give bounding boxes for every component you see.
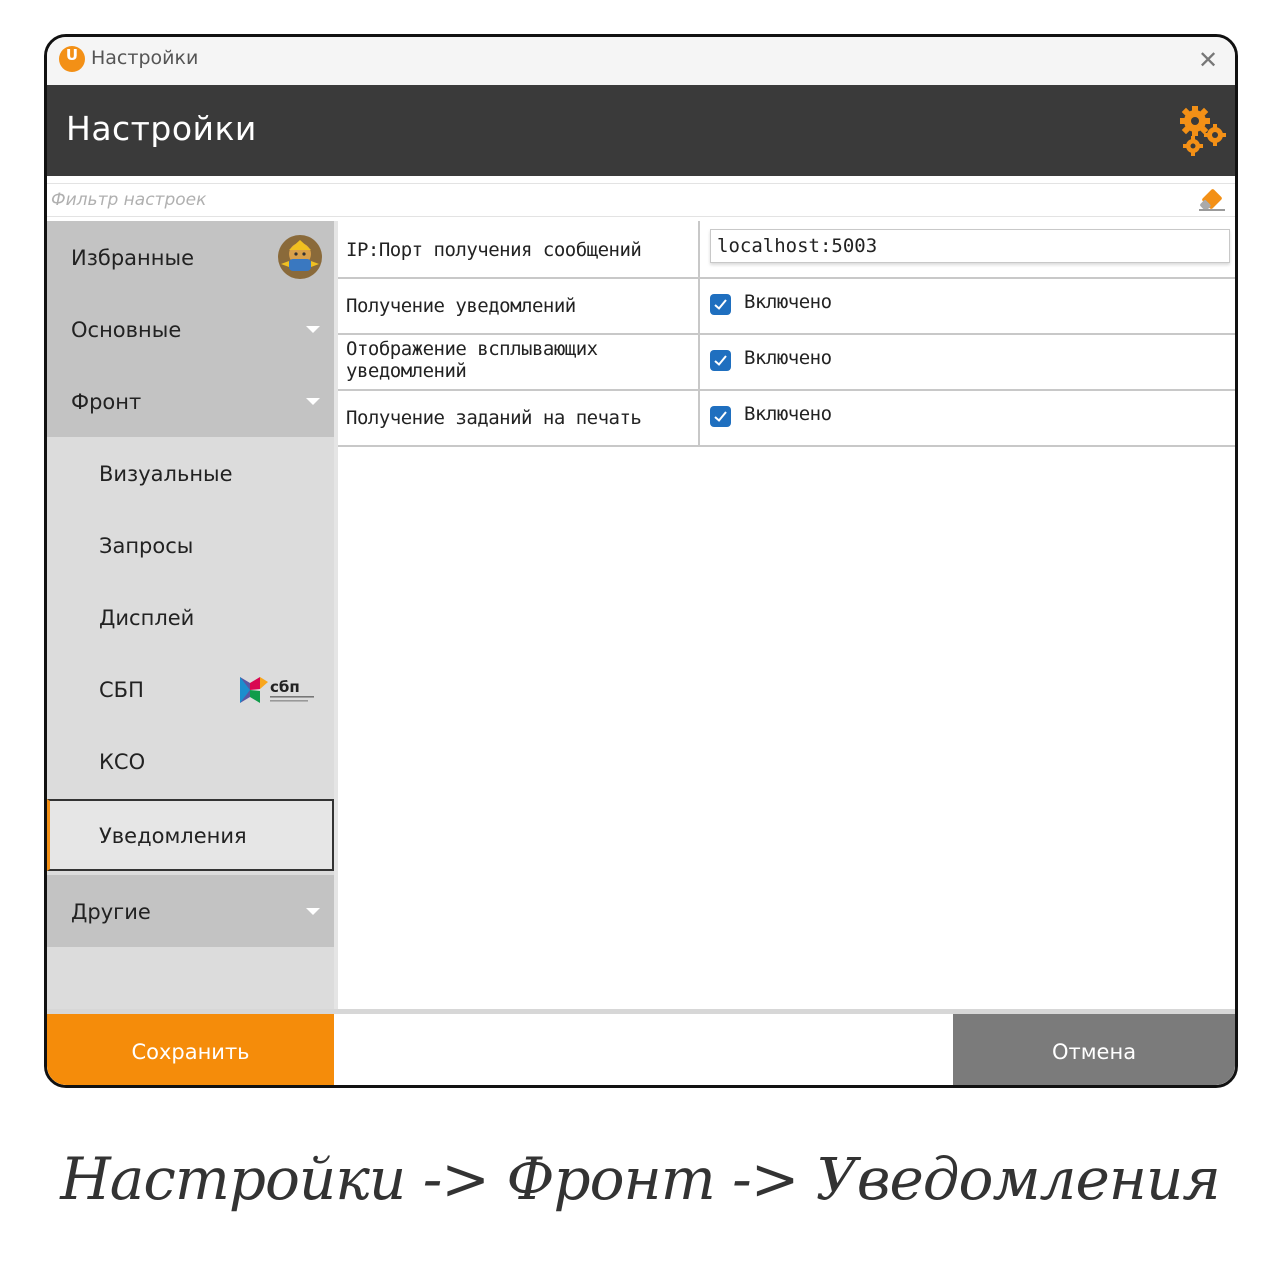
setting-label-line1: Отображение всплывающих <box>346 338 598 360</box>
sidebar-item-label: СБП <box>99 678 144 702</box>
eraser-icon[interactable] <box>1197 188 1227 212</box>
sbp-logo-icon: сбп <box>240 677 314 703</box>
setting-label-cell: Получение заданий на печать <box>338 389 700 445</box>
footer: Сохранить Отмена <box>47 1014 1235 1085</box>
navigation-caption: Настройки -> Фронт -> Уведомления <box>60 1145 1221 1213</box>
setting-row-receive-notifications: Получение уведомлений Включено <box>338 277 1235 335</box>
setting-label: Получение уведомлений <box>346 295 576 317</box>
sidebar-item-label: КСО <box>99 750 146 774</box>
sbp-logo-text: сбп <box>270 678 300 696</box>
setting-label-cell: Отображение всплывающих уведомлений <box>338 333 700 389</box>
settings-window: U Настройки ✕ Настройки Фильтр настроек … <box>44 34 1238 1088</box>
setting-value-cell: Включено <box>702 277 1235 333</box>
favorites-avatar-icon <box>278 235 322 279</box>
sidebar-item-label: Избранные <box>71 246 194 270</box>
sidebar-item-label: Визуальные <box>99 462 233 486</box>
setting-value-cell: Включено <box>702 333 1235 389</box>
check-icon <box>714 355 727 366</box>
sidebar: Избранные Основные Фронт Визуальные Запр… <box>47 221 334 1009</box>
gears-icon <box>1180 106 1226 156</box>
chevron-down-icon <box>306 398 320 405</box>
close-button[interactable]: ✕ <box>1191 43 1225 77</box>
ip-port-input[interactable] <box>710 229 1230 263</box>
window-title: Настройки <box>91 47 199 69</box>
setting-row-ip-port: IP:Порт получения сообщений <box>338 221 1235 279</box>
app-logo-icon: U <box>59 46 85 72</box>
page-title: Настройки <box>66 109 257 148</box>
save-button[interactable]: Сохранить <box>47 1014 334 1085</box>
setting-label-cell: Получение уведомлений <box>338 277 700 333</box>
receive-notifications-checkbox[interactable] <box>710 294 731 315</box>
sidebar-item-kso[interactable]: КСО <box>47 725 334 797</box>
sidebar-item-label: Другие <box>71 900 151 924</box>
checkbox-label: Включено <box>744 291 832 313</box>
sidebar-item-visual[interactable]: Визуальные <box>47 437 334 509</box>
setting-row-popup-notifications: Отображение всплывающих уведомлений Вклю… <box>338 333 1235 391</box>
sidebar-item-basic[interactable]: Основные <box>47 293 334 365</box>
settings-filter <box>47 183 1235 217</box>
setting-value-cell <box>702 221 1235 277</box>
chevron-down-icon <box>306 326 320 333</box>
sidebar-item-requests[interactable]: Запросы <box>47 509 334 581</box>
header-bar: Настройки <box>47 85 1235 176</box>
setting-label-line2: уведомлений <box>346 360 467 382</box>
sidebar-item-others[interactable]: Другие <box>47 875 334 947</box>
check-icon <box>714 411 727 422</box>
setting-label: Получение заданий на печать <box>346 407 642 429</box>
sidebar-item-label: Уведомления <box>99 824 247 848</box>
settings-grid: IP:Порт получения сообщений Получение ув… <box>338 221 1235 1009</box>
checkbox-label: Включено <box>744 347 832 369</box>
chevron-down-icon <box>306 908 320 915</box>
setting-row-print-jobs: Получение заданий на печать Включено <box>338 389 1235 447</box>
checkbox-label: Включено <box>744 403 832 425</box>
sidebar-item-display[interactable]: Дисплей <box>47 581 334 653</box>
sidebar-item-sbp[interactable]: СБП сбп <box>47 653 334 725</box>
check-icon <box>714 299 727 310</box>
filter-input[interactable] <box>49 186 1193 214</box>
setting-value-cell: Включено <box>702 389 1235 445</box>
print-jobs-checkbox[interactable] <box>710 406 731 427</box>
sidebar-item-label: Запросы <box>99 534 194 558</box>
title-bar: U Настройки ✕ <box>47 37 1235 85</box>
sidebar-item-label: Дисплей <box>99 606 195 630</box>
popup-notifications-checkbox[interactable] <box>710 350 731 371</box>
setting-label-cell: IP:Порт получения сообщений <box>338 221 700 277</box>
cancel-button[interactable]: Отмена <box>953 1014 1235 1085</box>
sidebar-item-label: Фронт <box>71 390 142 414</box>
sidebar-item-notifications[interactable]: Уведомления <box>47 799 334 871</box>
sidebar-item-front[interactable]: Фронт <box>47 365 334 437</box>
sidebar-item-favorites[interactable]: Избранные <box>47 221 334 293</box>
setting-label: IP:Порт получения сообщений <box>346 239 642 261</box>
sidebar-item-label: Основные <box>71 318 182 342</box>
